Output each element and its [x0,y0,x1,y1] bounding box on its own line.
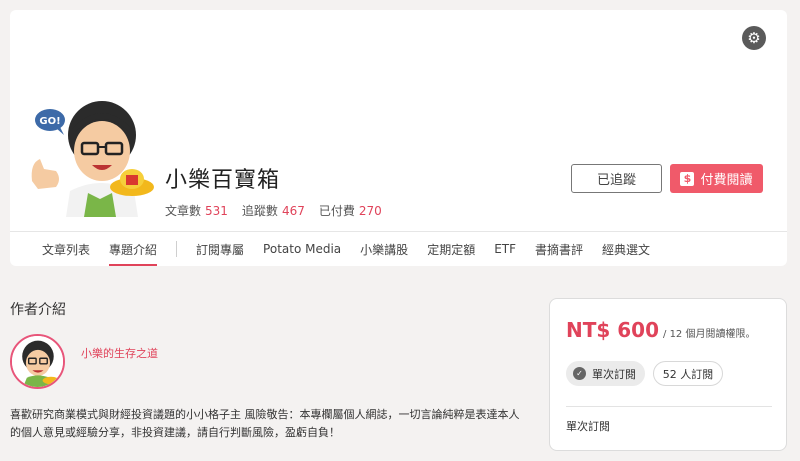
tab-stock-talk[interactable]: 小樂講股 [360,232,408,266]
avatar-badge-text: GO! [39,116,60,127]
author-avatar[interactable] [10,334,65,389]
profile-avatar: GO! [31,101,154,217]
plan-option-single[interactable]: ✓ 單次訂閱 [566,361,645,386]
stat-value: 270 [358,204,382,218]
author-bio: 喜歡研究商業模式與財經投資議題的小小格子主 風險敬告：本專欄屬個人網誌，一切言論… [10,408,520,439]
author-name-link[interactable]: 小樂的生存之道 [81,345,158,361]
tab-bar: 文章列表 專題介紹 訂閱專屬 Potato Media 小樂講股 定期定額 ET… [10,232,787,266]
gear-icon[interactable]: ⚙ [742,26,766,50]
check-icon: ✓ [573,367,586,380]
plan-option-subscribers[interactable]: 52 人訂閱 [653,361,723,386]
stat-paid[interactable]: 已付費 270 [319,202,382,219]
author-section-title: 作者介紹 [10,302,66,318]
tab-articles[interactable]: 文章列表 [42,232,90,266]
stat-value: 531 [205,204,228,218]
pay-read-label: 付費閱讀 [700,173,753,188]
tab-subscriber-only[interactable]: 訂閱專屬 [196,232,244,266]
follow-button[interactable]: 已追蹤 [571,164,662,193]
stat-label: 已付費 [318,204,355,218]
tab-regular-investment[interactable]: 定期定額 [427,232,475,266]
dollar-icon: $ [680,171,695,186]
selected-plan-label: 單次訂閱 [566,420,610,433]
stat-value: 467 [281,204,305,218]
price-row: NT$ 600 / 12 個月閱讀權限。 [566,318,755,342]
stat-label: 追蹤數 [241,204,278,218]
stat-followers[interactable]: 追蹤數 467 [242,202,305,219]
tab-topic-intro[interactable]: 專題介紹 [109,232,158,266]
tab-book-reviews[interactable]: 書摘書評 [535,232,583,266]
price-value: NT$ 600 [566,318,660,342]
tab-separator [176,241,178,257]
price-note: / 12 個月閱讀權限。 [663,329,756,340]
profile-stats: 文章數 531 追蹤數 467 已付費 270 [165,202,396,219]
plan-option-label: 52 人訂閱 [662,367,714,381]
author-avatar-image [12,336,63,387]
card-divider [566,406,772,407]
plan-option-label: 單次訂閱 [592,367,636,381]
tab-etf[interactable]: ETF [494,232,516,266]
page-title: 小樂百寶箱 [165,168,281,193]
stat-label: 文章數 [165,204,202,218]
stat-articles[interactable]: 文章數 531 [165,202,228,219]
tab-classics[interactable]: 經典選文 [602,232,650,266]
pricing-card: NT$ 600 / 12 個月閱讀權限。 ✓ 單次訂閱 52 人訂閱 單次訂閱 [549,298,787,451]
pay-read-button[interactable]: $ 付費閱讀 [670,164,763,193]
tab-potato-media[interactable]: Potato Media [263,232,341,266]
